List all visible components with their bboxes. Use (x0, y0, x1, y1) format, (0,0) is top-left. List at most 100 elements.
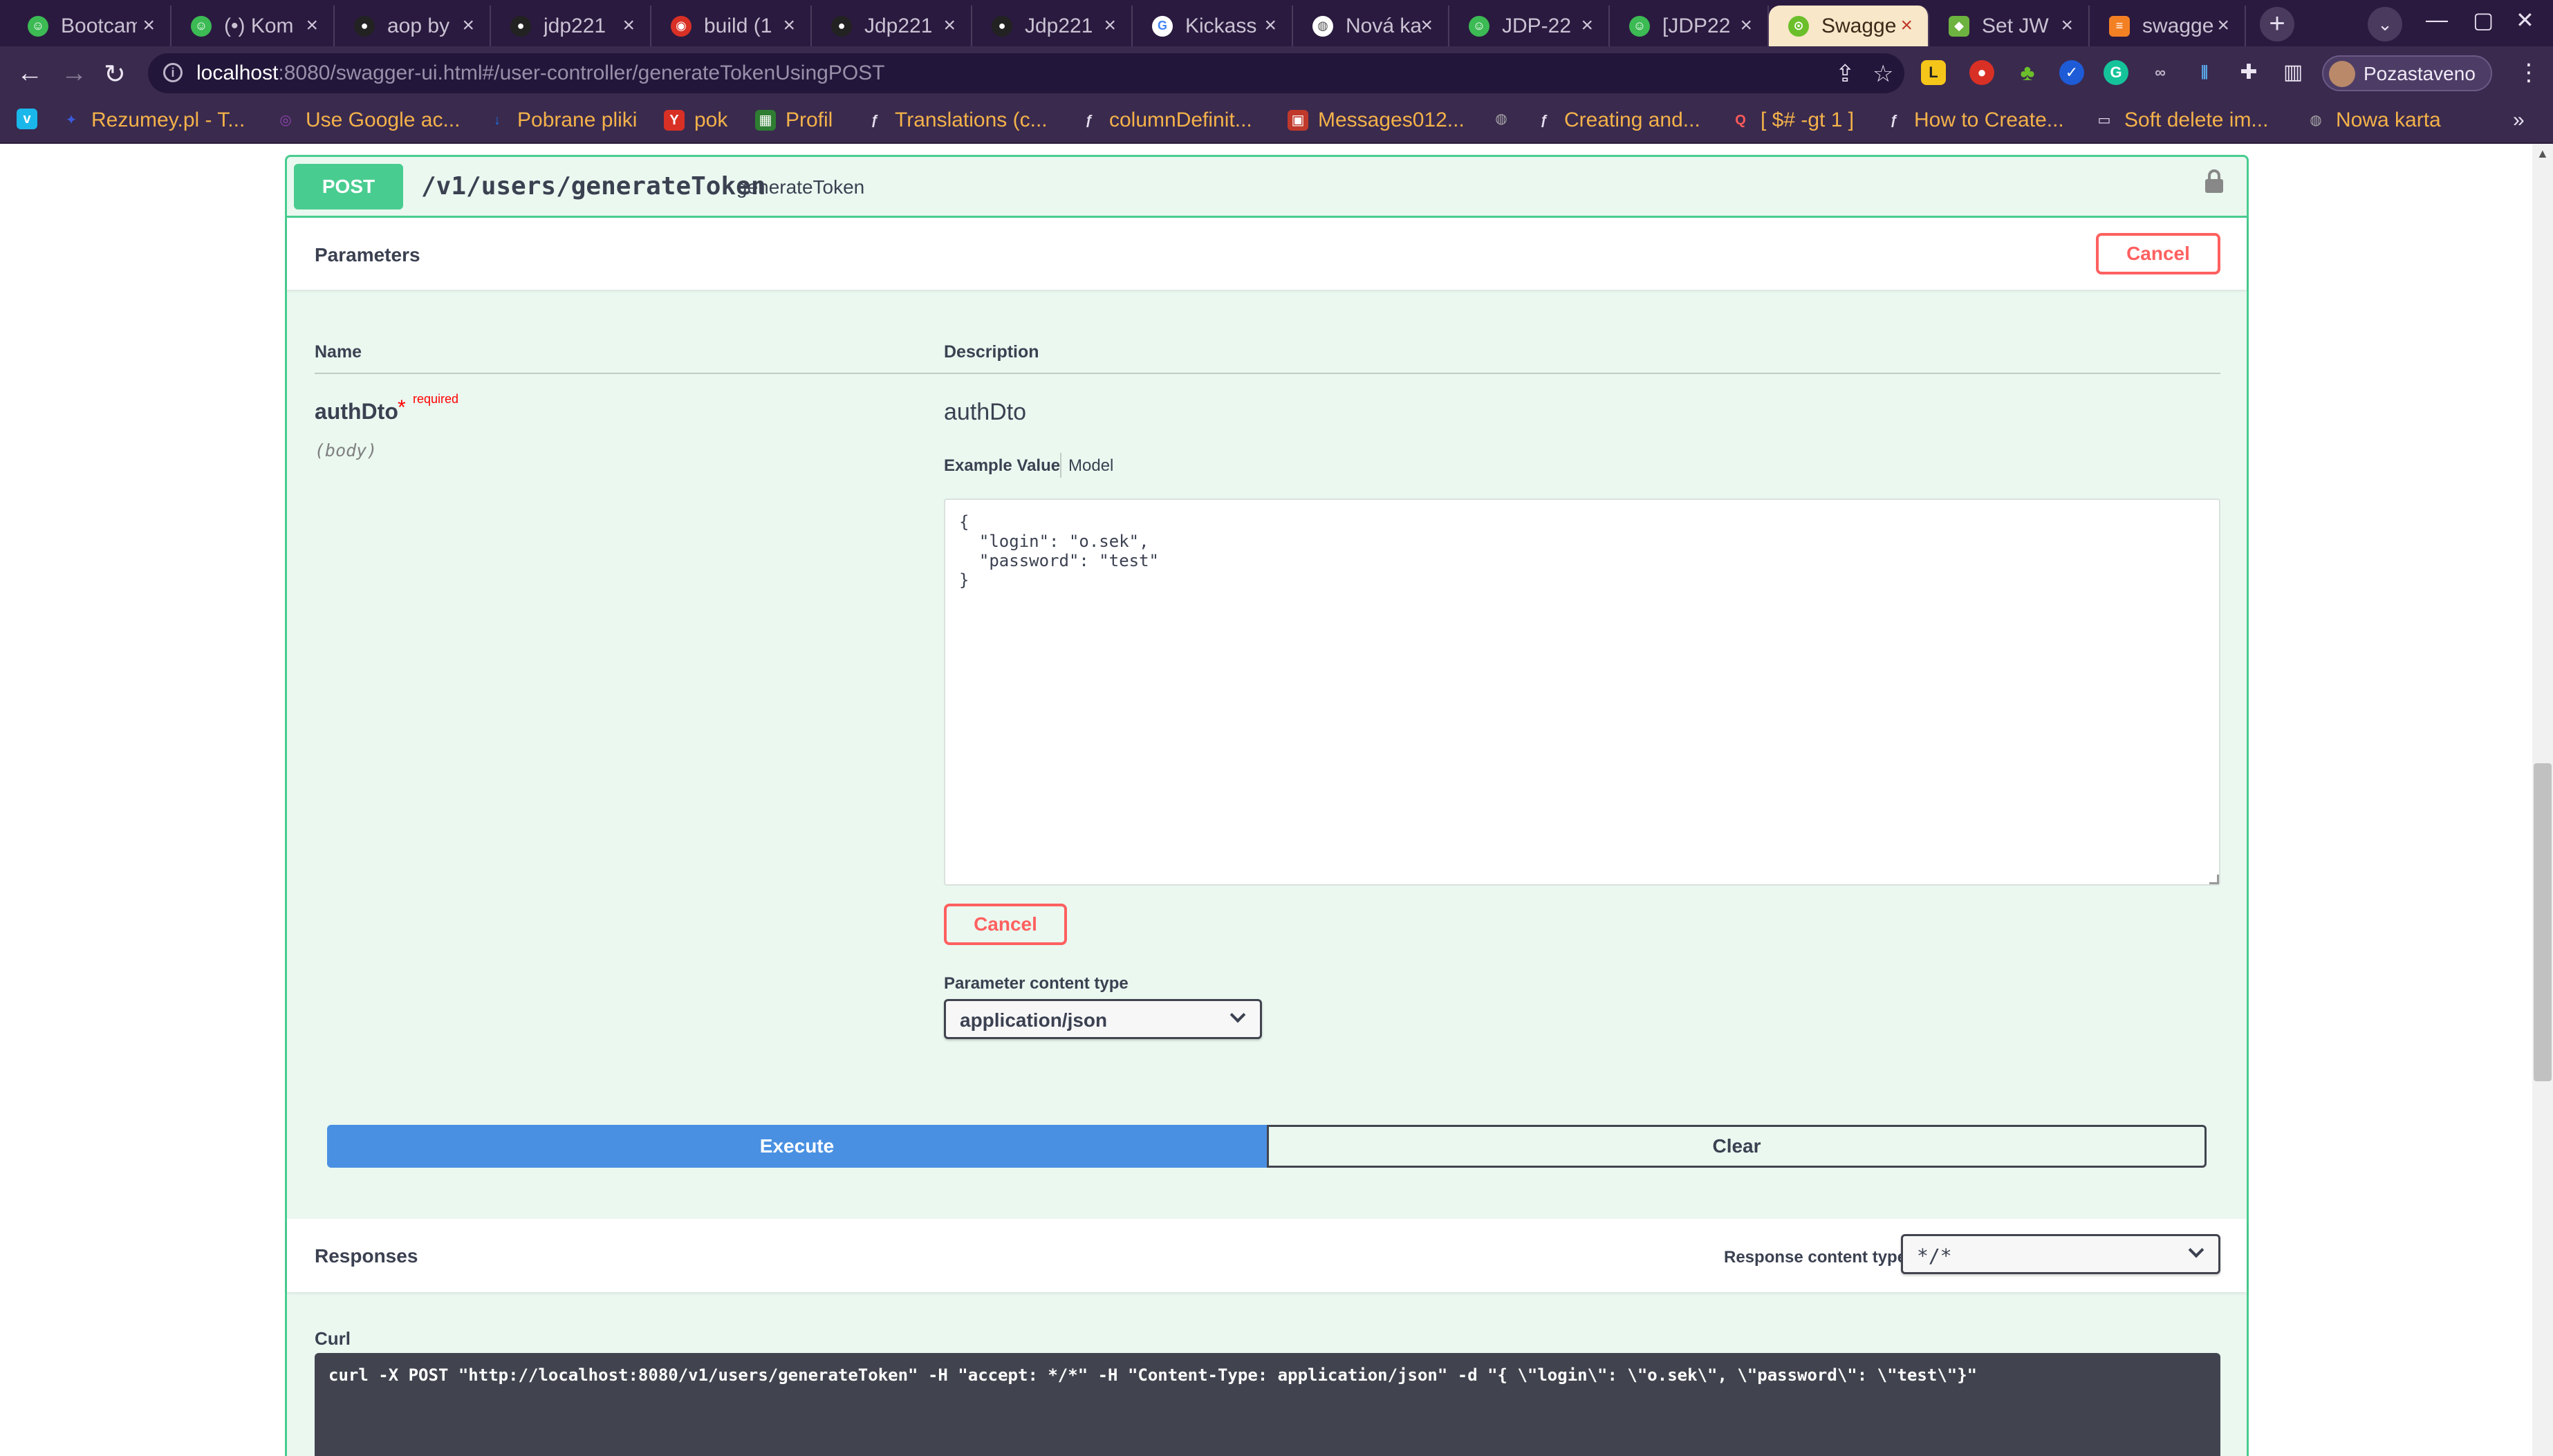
tab-close-icon[interactable]: × (142, 14, 155, 37)
extension-check-icon[interactable]: ✓ (2059, 60, 2084, 85)
tab-divider (1060, 453, 1061, 478)
browser-tab[interactable]: ☺ Bootcamp × (8, 6, 171, 46)
bookmark-favicon-icon: ◎ (279, 113, 292, 128)
tab-close-icon[interactable]: × (1900, 14, 1913, 37)
close-window-icon[interactable]: ✕ (2516, 7, 2534, 33)
browser-tab[interactable]: ● Jdp221 × (812, 6, 972, 46)
tab-example-value[interactable]: Example Value (944, 456, 1060, 476)
scroll-up-icon[interactable]: ▲ (2536, 147, 2549, 161)
bookmark-favicon-icon: Y (664, 110, 685, 131)
tab-close-icon[interactable]: × (622, 14, 635, 37)
tab-favicon-icon: ◍ (1312, 15, 1333, 37)
tab-favicon-icon: ● (510, 15, 531, 37)
tab-model[interactable]: Model (1068, 456, 1113, 476)
bookmark-item[interactable]: ƒ columnDefinit... (1079, 109, 1252, 132)
grammarly-icon[interactable]: G (2104, 60, 2128, 85)
bookmark-item[interactable]: ◎ Use Google ac... (275, 109, 460, 132)
tab-favicon-icon: ☺ (191, 15, 212, 37)
browser-tab[interactable]: ● jdp221 × (491, 6, 651, 46)
address-bar[interactable]: i localhost:8080/swagger-ui.html#/user-c… (148, 53, 1904, 93)
bookmark-item[interactable]: ƒ Translations (c... (864, 109, 1047, 132)
tab-close-icon[interactable]: × (943, 14, 956, 37)
bookmarks-bar: v ✦ Rezumey.pl - T... ◎ Use Google ac... ↓… (0, 100, 2553, 144)
share-icon[interactable]: ⇪ (1835, 60, 1855, 88)
browser-menu-icon[interactable]: ⋮ (2517, 59, 2541, 86)
bookmark-item[interactable]: ◍ (1491, 109, 1512, 129)
tab-close-icon[interactable]: × (783, 14, 795, 37)
tab-title: Jdp221 (1025, 14, 1093, 37)
profile-button[interactable]: Pozastaveno (2322, 55, 2492, 91)
browser-tab[interactable]: ◉ build (1 × (651, 6, 812, 46)
bookmarks-overflow-icon[interactable]: » (2513, 109, 2525, 132)
tab-title: Jdp221 (864, 14, 933, 37)
scrollbar-thumb[interactable] (2534, 763, 2552, 1081)
browser-tab[interactable]: G Kickass × (1133, 6, 1293, 46)
browser-tab[interactable]: ≡ swagge × (2090, 6, 2246, 46)
tab-close-icon[interactable]: × (2217, 14, 2229, 37)
bookmark-item[interactable]: ▭ Soft delete im... (2094, 109, 2269, 132)
swagger-favicon-icon: ⊙ (1788, 15, 1809, 37)
resize-grip-icon[interactable] (2209, 875, 2219, 884)
minimize-icon[interactable]: — (2426, 7, 2448, 32)
cancel-try-out-button[interactable]: Cancel (2096, 233, 2220, 274)
tab-close-icon[interactable]: × (1420, 14, 1433, 37)
extensions-puzzle-icon[interactable]: ✚ (2236, 60, 2261, 85)
url-text[interactable]: localhost:8080/swagger-ui.html#/user-con… (196, 62, 885, 85)
extension-tree-icon[interactable]: ♣ (2015, 60, 2040, 85)
operation-summary[interactable]: POST /v1/users/generateToken generateTok… (287, 157, 2247, 218)
clear-button[interactable]: Clear (1267, 1125, 2207, 1168)
extension-link-icon[interactable]: ∞ (2148, 60, 2173, 85)
url-host: localhost (196, 62, 279, 84)
bookmark-item[interactable]: ƒ Creating and... (1534, 109, 1700, 132)
tab-close-icon[interactable]: × (1740, 14, 1752, 37)
tab-close-icon[interactable]: × (306, 14, 318, 37)
bookmark-item[interactable]: ↓ Pobrane pliki (487, 109, 637, 132)
bookmark-item[interactable]: ✦ Rezumey.pl - T... (61, 109, 245, 132)
browser-tab[interactable]: ◍ Nová ka × (1293, 6, 1449, 46)
bookmark-item[interactable]: Q [ $# -gt 1 ] (1730, 109, 1854, 132)
bookmark-vimeo[interactable]: v (17, 109, 37, 129)
new-tab-button[interactable]: + (2260, 7, 2294, 41)
cancel-body-button[interactable]: Cancel (944, 904, 1067, 945)
browser-tab[interactable]: ◆ Set JW × (1929, 6, 2090, 46)
forward-arrow-icon[interactable]: → (61, 59, 87, 88)
maximize-icon[interactable]: ▢ (2473, 7, 2494, 33)
column-header-description: Description (944, 342, 1039, 362)
bookmark-item[interactable]: Ypok (664, 109, 727, 132)
bookmark-item[interactable]: ▦ Profil (755, 109, 833, 132)
tab-close-icon[interactable]: × (462, 14, 474, 37)
back-arrow-icon[interactable]: ← (17, 59, 43, 88)
extension-l-icon[interactable]: L (1921, 60, 1946, 85)
tab-close-icon[interactable]: × (2061, 14, 2073, 37)
extension-bars-icon[interactable]: ⫼ (2192, 60, 2217, 85)
parameter-content-type-select[interactable]: application/json (944, 999, 1262, 1039)
request-body-textarea[interactable]: { "login": "o.sek", "password": "test" } (944, 498, 2220, 886)
tab-close-icon[interactable]: × (1104, 14, 1116, 37)
execute-button[interactable]: Execute (327, 1125, 1267, 1168)
reload-icon[interactable]: ↻ (104, 59, 126, 90)
tab-close-icon[interactable]: × (1581, 14, 1593, 37)
tab-close-icon[interactable]: × (1264, 14, 1276, 37)
bookmark-label: pok (694, 109, 728, 131)
extension-red-icon[interactable]: ● (1969, 60, 1994, 85)
bookmark-star-icon[interactable]: ☆ (1873, 60, 1893, 88)
response-content-type-select[interactable]: */* (1901, 1234, 2220, 1274)
tab-favicon-icon: ☺ (28, 15, 48, 37)
browser-tab[interactable]: ☺ [JDP22 × (1610, 6, 1769, 46)
avatar (2329, 61, 2355, 87)
side-panel-icon[interactable]: ▥ (2281, 60, 2305, 85)
browser-tab[interactable]: ☺ (•) Kom × (171, 6, 335, 46)
bookmark-item[interactable]: ▣ Messages012... (1288, 109, 1465, 132)
bookmark-item[interactable]: ◍ Nowa karta (2305, 109, 2440, 132)
browser-tab[interactable]: ● Jdp221 × (972, 6, 1133, 46)
tab-search-button[interactable]: ⌄ (2368, 7, 2402, 41)
lock-icon[interactable] (2205, 169, 2223, 194)
bookmark-item[interactable]: ƒ How to Create... (1884, 109, 2063, 132)
bookmark-favicon-icon: Q (1735, 113, 1746, 128)
curl-command[interactable]: curl -X POST "http://localhost:8080/v1/u… (315, 1353, 2220, 1456)
browser-tab[interactable]: ☺ JDP-22 × (1449, 6, 1610, 46)
required-star: * (398, 396, 406, 419)
site-info-icon[interactable]: i (163, 63, 183, 82)
browser-tab-active[interactable]: ⊙ Swagger × (1769, 6, 1929, 46)
browser-tab[interactable]: ● aop by × (335, 6, 491, 46)
